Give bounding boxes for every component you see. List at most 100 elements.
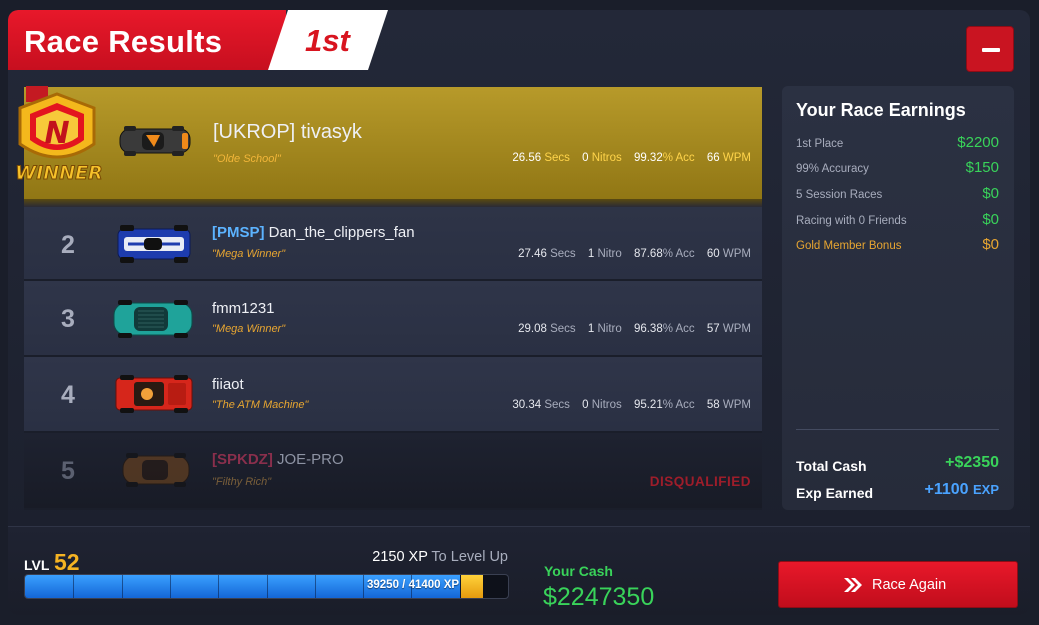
stat-accuracy-unit: % Acc <box>662 399 695 411</box>
stat-secs: 30.34 <box>512 399 542 411</box>
xp-progress-text: 39250 / 41400 XP <box>367 579 460 591</box>
finish-place: 1st <box>305 23 350 58</box>
page-title: Race Results <box>24 24 223 59</box>
rank-number: 4 <box>61 381 75 409</box>
earning-row: Racing with 0 Friends $0 <box>796 211 999 231</box>
stat-wpm-unit: WPM <box>722 323 751 335</box>
your-cash-value: $2247350 <box>543 583 655 611</box>
racer-stats: 27.46 Secs 1 Nitro 87.68% Acc 60 WPM <box>518 248 751 260</box>
disqualified-status: DISQUALIFIED <box>649 474 751 489</box>
xp-segment-divider <box>170 575 171 598</box>
car-icon <box>115 375 193 413</box>
stat-secs-unit: Secs <box>544 399 570 411</box>
racer-stats: 30.34 Secs 0 Nitros 95.21% Acc 58 WPM <box>512 399 751 411</box>
earning-label: 99% Accuracy <box>796 163 869 175</box>
racer-name: [UKROP] tivasyk <box>213 121 362 144</box>
racer-stats: 29.08 Secs 1 Nitro 96.38% Acc 57 WPM <box>518 323 751 335</box>
badge-text: WINNER <box>15 162 102 184</box>
minimize-button[interactable] <box>966 26 1014 72</box>
rank-number: 3 <box>61 305 75 333</box>
stat-wpm-unit: WPM <box>722 248 751 260</box>
earning-amount: $0 <box>982 236 999 253</box>
earnings-divider <box>796 429 999 430</box>
stat-secs: 27.46 <box>518 248 547 260</box>
earning-amount: $0 <box>982 185 999 202</box>
racer-title: "Filthy Rich" <box>212 476 272 488</box>
racer-username: JOE-PRO <box>277 451 344 468</box>
stat-nitros: 0 <box>582 399 589 411</box>
racer-name: fmm1231 <box>212 300 275 317</box>
earning-amount: $0 <box>982 211 999 228</box>
xp-segment-divider <box>460 575 461 598</box>
stat-nitros-unit: Nitros <box>591 152 622 164</box>
exp-earned-value: +1100 EXP <box>924 481 999 499</box>
earning-row: 1st Place $2200 <box>796 134 999 154</box>
racer-username: Dan_the_clippers_fan <box>268 224 415 241</box>
stat-nitros: 1 <box>587 248 595 260</box>
winner-row[interactable]: [UKROP] tivasyk "Olde School" 26.56 Secs… <box>24 87 762 207</box>
racer-username: tivasyk <box>300 121 362 143</box>
earning-amount: $150 <box>965 159 999 176</box>
minus-icon <box>982 48 1000 52</box>
stat-secs-unit: Secs <box>544 152 570 164</box>
car-icon <box>113 300 193 338</box>
stat-wpm-unit: WPM <box>722 399 751 411</box>
footer-bar: LVL 52 2150 XP To Level Up 39250 / 41400… <box>8 526 1030 615</box>
earning-row-gold-bonus[interactable]: Gold Member Bonus $0 <box>796 236 999 256</box>
rank-number: 5 <box>61 457 75 485</box>
xp-earned-fill <box>461 575 483 598</box>
stat-wpm: 58 <box>706 399 720 411</box>
racer-name: [PMSP] Dan_the_clippers_fan <box>212 224 415 241</box>
total-cash-label: Total Cash <box>796 458 867 474</box>
race-again-label: Race Again <box>872 577 947 593</box>
racer-tag: [PMSP] <box>212 224 265 241</box>
stat-nitros: 0 <box>582 152 589 164</box>
stat-nitros-unit: Nitros <box>591 399 622 411</box>
stat-nitros: 1 <box>587 323 595 335</box>
racer-tag: [UKROP] <box>213 121 296 143</box>
stat-accuracy: 87.68 <box>633 248 663 260</box>
racer-row-disqualified[interactable]: 5 [SPKDZ] JOE-PRO "Filthy Rich" DISQUALI… <box>24 433 762 510</box>
earnings-title: Your Race Earnings <box>796 100 966 120</box>
stat-accuracy: 99.32 <box>633 152 663 164</box>
racer-username: fmm1231 <box>212 300 275 317</box>
racer-stats: 26.56 Secs 0 Nitros 99.32% Acc 66 WPM <box>512 152 751 164</box>
stat-secs: 26.56 <box>512 152 542 164</box>
car-icon <box>122 453 190 487</box>
xp-segment-divider <box>315 575 316 598</box>
earnings-panel: Your Race Earnings 1st Place $2200 99% A… <box>782 86 1014 510</box>
stat-accuracy-unit: % Acc <box>662 152 695 164</box>
racer-tag: [SPKDZ] <box>212 451 273 468</box>
race-again-button[interactable]: Race Again <box>778 561 1018 608</box>
total-cash-value: +$2350 <box>945 454 999 471</box>
stat-secs-unit: Secs <box>550 323 576 335</box>
stat-secs: 29.08 <box>518 323 547 335</box>
stat-nitros-unit: Nitro <box>597 323 622 335</box>
earning-amount: $2200 <box>957 134 999 151</box>
racer-row[interactable]: 2 [PMSP] Dan_the_clippers_fan "Mega Winn… <box>24 207 762 281</box>
race-results-window: Race Results 1st [UKROP] tivasyk "Olde S… <box>8 10 1030 615</box>
earning-label: Gold Member Bonus <box>796 240 902 252</box>
exp-unit: EXP <box>972 482 999 497</box>
xp-segment-divider <box>122 575 123 598</box>
stat-wpm: 60 <box>706 248 720 260</box>
level-value: 52 <box>54 549 80 575</box>
xp-segment-divider <box>267 575 268 598</box>
racer-row[interactable]: 4 fiiaot "The ATM Machine" 30.34 Secs 0 … <box>24 357 762 433</box>
xp-needed-suffix: To Level Up <box>431 549 508 565</box>
stat-wpm: 57 <box>706 323 720 335</box>
results-list: [UKROP] tivasyk "Olde School" 26.56 Secs… <box>24 87 762 510</box>
racer-title: "Mega Winner" <box>212 323 286 335</box>
racer-row[interactable]: 3 fmm1231 "Mega Winner" 29.08 Secs 1 Nit… <box>24 281 762 357</box>
your-cash-label: Your Cash <box>544 563 613 579</box>
stat-accuracy: 96.38 <box>633 323 663 335</box>
racer-name: [SPKDZ] JOE-PRO <box>212 451 344 468</box>
double-chevron-right-icon <box>844 578 862 592</box>
earning-row: 5 Session Races $0 <box>796 185 999 205</box>
earning-label: 1st Place <box>796 138 844 150</box>
racer-title: "Mega Winner" <box>212 248 286 260</box>
xp-progress-bar: 39250 / 41400 XP <box>24 574 509 599</box>
racer-username: fiiaot <box>212 376 244 393</box>
xp-segment-divider <box>363 575 364 598</box>
car-icon <box>117 225 191 263</box>
